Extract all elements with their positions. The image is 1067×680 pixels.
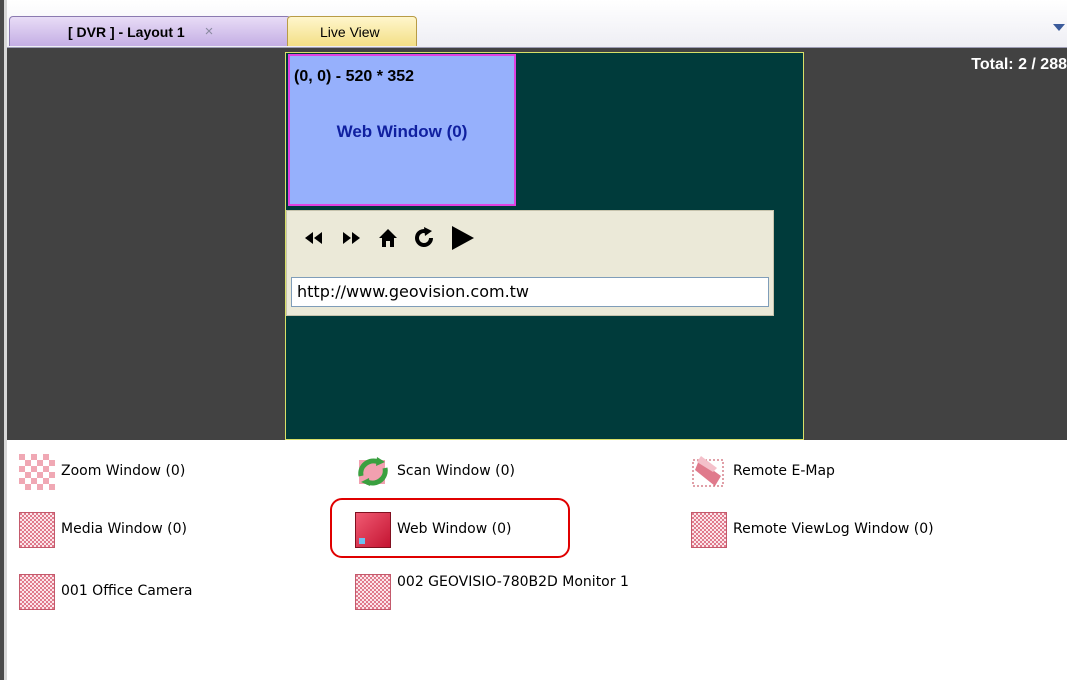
tab-dvr-label: [ DVR ] - Layout 1 <box>68 23 185 40</box>
tab-list-dropdown-icon[interactable] <box>1053 24 1065 31</box>
list-item-zoom-window[interactable]: Zoom Window (0) <box>19 454 185 490</box>
tab-live-label: Live View <box>320 23 380 40</box>
refresh-icon[interactable] <box>410 223 440 253</box>
list-item-monitor-002[interactable]: 002 GEOVISIO-780B2D Monitor 1 <box>355 574 667 610</box>
web-window-block[interactable]: (0, 0) - 520 * 352 Web Window (0) <box>288 54 516 206</box>
home-icon[interactable] <box>373 223 403 253</box>
monitor-002-label: 002 GEOVISIO-780B2D Monitor 1 <box>397 574 629 590</box>
list-item-camera-001[interactable]: 001 Office Camera <box>19 574 192 610</box>
web-window-icon <box>355 512 391 548</box>
remote-viewlog-label: Remote ViewLog Window (0) <box>733 521 934 537</box>
camera-001-label: 001 Office Camera <box>61 583 193 599</box>
media-window-icon <box>19 512 55 548</box>
go-icon[interactable] <box>447 223 477 253</box>
back-icon[interactable] <box>299 223 329 253</box>
web-window-title: Web Window (0) <box>336 122 468 141</box>
list-item-remote-emap[interactable]: Remote E-Map <box>691 454 835 490</box>
list-item-media-window[interactable]: Media Window (0) <box>19 512 187 548</box>
monitor-icon <box>355 574 391 610</box>
list-item-scan-window[interactable]: Scan Window (0) <box>355 454 515 490</box>
close-icon[interactable]: × <box>205 23 214 40</box>
item-list: Zoom Window (0) Scan Window (0) Remote E… <box>7 441 1067 680</box>
camera-icon <box>19 574 55 610</box>
tab-live-view[interactable]: Live View <box>287 16 417 46</box>
zoom-window-icon <box>19 454 55 490</box>
media-window-label: Media Window (0) <box>61 521 187 537</box>
tab-dvr-layout[interactable]: [ DVR ] - Layout 1 × <box>9 16 291 46</box>
zoom-window-label: Zoom Window (0) <box>61 463 186 479</box>
list-item-remote-viewlog[interactable]: Remote ViewLog Window (0) <box>691 512 934 548</box>
forward-icon[interactable] <box>336 223 366 253</box>
remote-emap-label: Remote E-Map <box>733 463 835 479</box>
url-input[interactable]: http://www.geovision.com.tw <box>291 277 769 307</box>
layout-canvas: Total: 2 / 288 (0, 0) - 520 * 352 Web Wi… <box>7 48 1067 440</box>
emap-icon <box>692 456 724 487</box>
web-nav-bar: http://www.geovision.com.tw <box>286 210 774 316</box>
scan-window-label: Scan Window (0) <box>397 463 515 479</box>
remote-viewlog-icon <box>691 512 727 548</box>
web-window-label: Web Window (0) <box>397 521 512 537</box>
web-window-coords: (0, 0) - 520 * 352 <box>294 68 415 85</box>
list-item-web-window[interactable]: Web Window (0) <box>355 512 511 548</box>
scan-window-icon <box>358 457 388 486</box>
total-count: Total: 2 / 288 <box>971 56 1067 73</box>
tab-strip: [ DVR ] - Layout 1 × Live View <box>7 0 1067 48</box>
